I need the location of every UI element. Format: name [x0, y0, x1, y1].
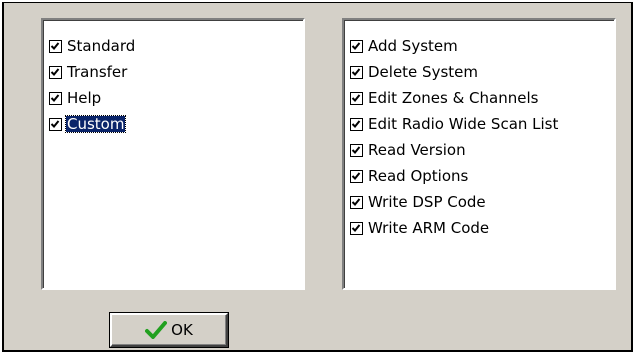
- permission-item[interactable]: Edit Zones & Channels: [350, 85, 559, 111]
- permission-listbox[interactable]: Add System Delete System Edit Zones & Chan…: [342, 18, 616, 290]
- ok-button[interactable]: OK: [110, 313, 228, 347]
- checkbox[interactable]: [49, 91, 62, 105]
- item-label: Write ARM Code: [368, 219, 490, 237]
- item-label: Help: [67, 89, 102, 107]
- item-label: Edit Radio Wide Scan List: [368, 115, 559, 133]
- category-item[interactable]: Help: [49, 85, 136, 111]
- category-item[interactable]: Custom: [49, 111, 136, 137]
- permission-item[interactable]: Read Version: [350, 137, 559, 163]
- permission-item[interactable]: Add System: [350, 33, 559, 59]
- checkbox[interactable]: [350, 195, 363, 209]
- item-label: Edit Zones & Channels: [368, 89, 539, 107]
- item-label: Delete System: [368, 63, 478, 81]
- checkbox[interactable]: [350, 65, 363, 79]
- ok-button-label: OK: [171, 321, 193, 339]
- category-item[interactable]: Standard: [49, 33, 136, 59]
- checkbox[interactable]: [350, 117, 363, 131]
- item-label: Read Options: [368, 167, 469, 185]
- item-label: Custom: [64, 115, 127, 133]
- checkbox[interactable]: [49, 117, 62, 131]
- permission-item[interactable]: Edit Radio Wide Scan List: [350, 111, 559, 137]
- checkbox[interactable]: [350, 39, 363, 53]
- category-list: Standard Transfer Help Custom: [49, 33, 136, 137]
- checkbox[interactable]: [350, 169, 363, 183]
- permission-list: Add System Delete System Edit Zones & Chan…: [350, 33, 559, 241]
- permission-item[interactable]: Delete System: [350, 59, 559, 85]
- item-label: Transfer: [67, 63, 128, 81]
- permission-item[interactable]: Write DSP Code: [350, 189, 559, 215]
- checkbox[interactable]: [350, 91, 363, 105]
- item-label: Read Version: [368, 141, 466, 159]
- checkbox[interactable]: [350, 221, 363, 235]
- category-listbox[interactable]: Standard Transfer Help Custom: [41, 18, 305, 290]
- checkbox[interactable]: [49, 65, 62, 79]
- checkbox[interactable]: [350, 143, 363, 157]
- category-item[interactable]: Transfer: [49, 59, 136, 85]
- permission-item[interactable]: Read Options: [350, 163, 559, 189]
- item-label: Add System: [368, 37, 458, 55]
- dialog-frame: Standard Transfer Help Custom Add System Del…: [2, 2, 633, 352]
- check-icon: [145, 321, 168, 339]
- permission-item[interactable]: Write ARM Code: [350, 215, 559, 241]
- item-label: Standard: [67, 37, 136, 55]
- item-label: Write DSP Code: [368, 193, 486, 211]
- checkbox[interactable]: [49, 39, 62, 53]
